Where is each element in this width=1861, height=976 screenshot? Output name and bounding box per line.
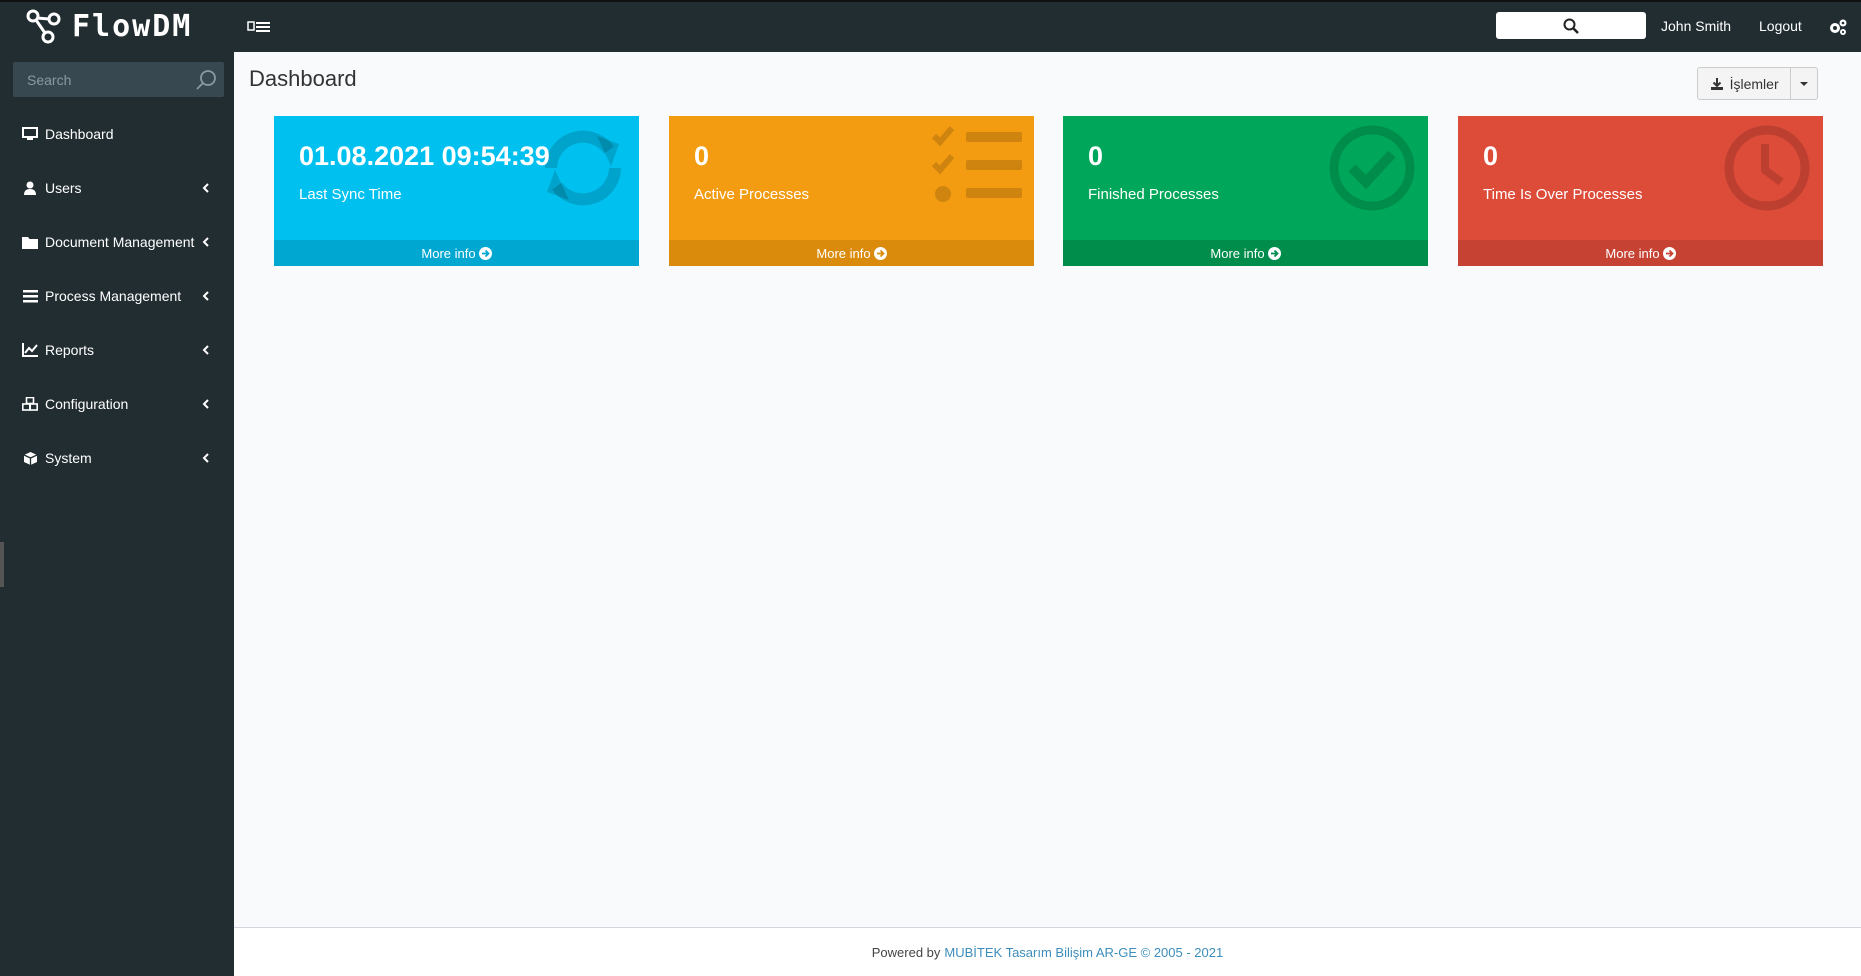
list-icon <box>21 287 39 305</box>
more-info-label: More info <box>1210 245 1265 261</box>
gears-icon <box>1830 19 1847 35</box>
info-box-label: Last Sync Time <box>299 186 402 203</box>
topbar-edge <box>0 0 1861 2</box>
brand-name: FlowDM <box>72 8 193 44</box>
more-info-label: More info <box>421 245 476 261</box>
actions-button[interactable]: İşlemler <box>1698 68 1792 99</box>
cubes-icon <box>21 395 39 413</box>
footer-brand-link[interactable]: MUBİTEK Tasarım Bilişim AR-GE © 2005 - 2… <box>944 945 1223 960</box>
info-box-value: 01.08.2021 09:54:39 <box>299 141 550 171</box>
top-navbar: FlowDM John Smith Logout <box>0 0 1861 52</box>
info-box-label: Time Is Over Processes <box>1483 186 1643 203</box>
info-box-value: 0 <box>1088 141 1104 171</box>
info-box-finished-processes: 0 Finished Processes More info <box>1063 116 1428 266</box>
arrow-circle-right-icon <box>1267 246 1281 260</box>
tasks-icon <box>932 126 1022 202</box>
info-box-last-sync: 01.08.2021 09:54:39 Last Sync Time More … <box>274 116 639 266</box>
chevron-left-icon <box>202 345 209 355</box>
arrow-circle-right-icon <box>1662 246 1676 260</box>
refresh-icon <box>545 130 621 206</box>
more-info-link[interactable]: More info <box>669 240 1034 266</box>
chevron-left-icon <box>202 183 209 193</box>
info-box-label: Finished Processes <box>1088 186 1219 203</box>
sidebar-item-label: Process Management <box>45 288 182 304</box>
sidebar-item-label: Users <box>45 180 82 196</box>
info-box-active-processes: 0 Active Processes More info <box>669 116 1034 266</box>
caret-down-icon <box>1800 81 1809 86</box>
more-info-label: More info <box>1605 245 1660 261</box>
sidebar-item-document-management[interactable]: Document Management <box>0 222 234 262</box>
sidebar-item-system[interactable]: System <box>0 438 234 478</box>
sidebar-item-label: Reports <box>45 342 95 358</box>
sidebar-toggle-button[interactable] <box>244 18 274 36</box>
cube-icon <box>21 449 39 467</box>
logo[interactable]: FlowDM <box>26 6 192 46</box>
logo-share-icon <box>26 9 61 44</box>
info-box-value: 0 <box>694 141 710 171</box>
sidebar-scrollbar[interactable] <box>0 542 4 587</box>
search-icon <box>1563 18 1579 34</box>
sidebar-item-users[interactable]: Users <box>0 168 234 208</box>
sidebar-item-process-management[interactable]: Process Management <box>0 276 234 316</box>
more-info-link[interactable]: More info <box>1458 240 1823 266</box>
footer-prefix: Powered by <box>871 944 941 960</box>
actions-dropdown-toggle[interactable] <box>1791 68 1817 99</box>
download-icon <box>1710 77 1723 90</box>
sidebar-search-input[interactable]: Search <box>13 62 224 97</box>
clock-icon <box>1724 125 1810 211</box>
user-icon <box>21 179 39 197</box>
sidebar-item-label: Dashboard <box>45 126 114 142</box>
sidebar-item-label: Configuration <box>45 396 129 412</box>
chevron-left-icon <box>202 453 209 463</box>
search-icon[interactable] <box>194 68 218 92</box>
sidebar-item-reports[interactable]: Reports <box>0 330 234 370</box>
page-title: Dashboard <box>249 66 357 91</box>
user-menu[interactable]: John Smith <box>1661 18 1731 34</box>
sidebar-item-configuration[interactable]: Configuration <box>0 384 234 424</box>
line-chart-icon <box>21 341 39 359</box>
sidebar-item-label: Document Management <box>45 234 195 250</box>
more-info-link[interactable]: More info <box>274 240 639 266</box>
desktop-icon <box>21 125 39 143</box>
chevron-left-icon <box>202 399 209 409</box>
settings-button[interactable] <box>1828 17 1848 37</box>
arrow-circle-right-icon <box>478 246 492 260</box>
chevron-left-icon <box>202 237 209 247</box>
menu-toggle-icon <box>247 21 270 32</box>
more-info-label: More info <box>816 245 871 261</box>
folder-icon <box>21 233 39 251</box>
chevron-left-icon <box>202 291 209 301</box>
actions-label: İşlemler <box>1729 75 1779 92</box>
logout-link[interactable]: Logout <box>1759 18 1802 34</box>
info-box-value: 0 <box>1483 141 1499 171</box>
info-box-time-over-processes: 0 Time Is Over Processes More info <box>1458 116 1823 266</box>
sidebar-search-placeholder: Search <box>27 72 72 88</box>
sidebar-item-label: System <box>45 450 92 466</box>
top-search-button[interactable] <box>1496 12 1646 39</box>
sidebar-item-dashboard[interactable]: Dashboard <box>0 114 234 154</box>
sidebar: Search Dashboard Users Document Manageme… <box>0 52 234 976</box>
info-box-label: Active Processes <box>694 186 810 203</box>
check-circle-icon <box>1329 125 1415 211</box>
arrow-circle-right-icon <box>873 246 887 260</box>
page-footer: Powered by MUBİTEK Tasarım Bilişim AR-GE… <box>234 927 1861 976</box>
actions-split-button[interactable]: İşlemler <box>1697 67 1818 100</box>
more-info-link[interactable]: More info <box>1063 240 1428 266</box>
